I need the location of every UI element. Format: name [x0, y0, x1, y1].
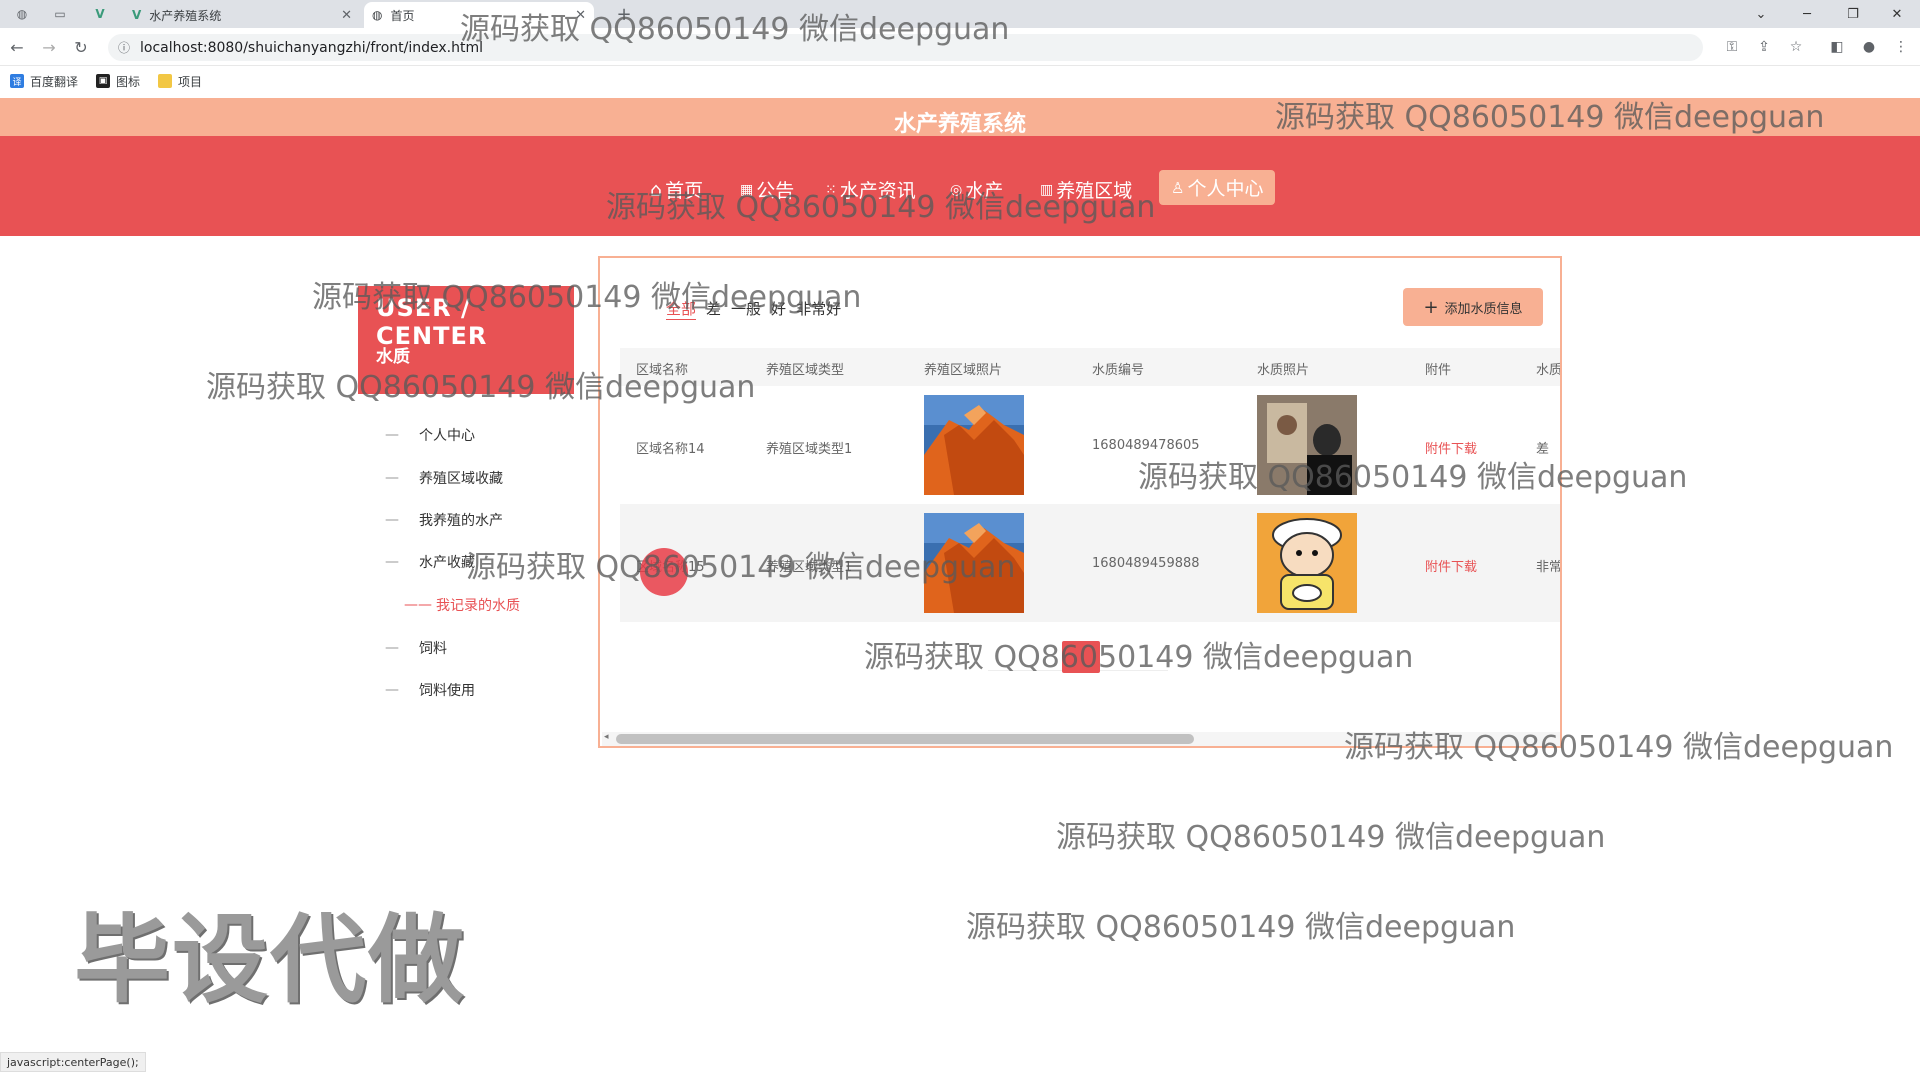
avatar[interactable]: ● [1858, 36, 1880, 58]
watermark-big-text: 毕设代做 [74, 904, 466, 1016]
watermark-text: 源码获取 QQ86050149 微信deepguan [864, 640, 1414, 675]
water-id-cell: 1680489459888 [1092, 556, 1200, 571]
tab-label: 首页 [390, 8, 415, 23]
bookmark-label: 百度翻译 [30, 74, 79, 89]
globe-icon[interactable]: ◍ [10, 4, 34, 24]
tab-label: 水产养殖系统 [149, 8, 222, 23]
column-header: 养殖区域照片 [924, 363, 1003, 378]
column-header: 养殖区域类型 [766, 363, 845, 378]
tab-system[interactable]: V 水产养殖系统 ✕ [124, 2, 360, 28]
water-id-cell: 1680489478605 [1092, 438, 1200, 453]
sidebar-item-feed[interactable]: — 饲料 [385, 638, 447, 658]
translate-icon: 译 [10, 74, 24, 88]
area-type-cell: 养殖区域类型1 [766, 442, 853, 457]
user-icon: ♙ [1171, 178, 1185, 197]
sidebar-item-feed-usage[interactable]: — 饲料使用 [385, 680, 475, 700]
watermark-text: 源码获取 QQ86050149 微信deepguan [966, 910, 1516, 945]
url-text: localhost:8080/shuichanyangzhi/front/ind… [140, 39, 483, 56]
close-icon[interactable]: ✕ [341, 8, 352, 23]
watermark-text: 源码获取 QQ86050149 微信deepguan [1138, 460, 1688, 495]
watermark-text: 源码获取 QQ86050149 微信deepguan [460, 12, 1010, 47]
column-header: 水质照片 [1257, 363, 1310, 378]
menu-icon[interactable]: ⋮ [1890, 36, 1912, 58]
table-header: 区域名称 养殖区域类型 养殖区域照片 水质编号 水质照片 附件 水质 [620, 348, 1560, 386]
bookmark-label: 图标 [116, 74, 141, 89]
bookmark-item[interactable]: ▣ 图标 [96, 73, 140, 90]
key-icon[interactable]: ⚿ [1721, 36, 1743, 58]
minimize-icon[interactable]: ─ [1784, 0, 1830, 28]
reload-icon[interactable]: ↻ [70, 36, 92, 58]
blank-tab-icon[interactable]: ▭ [48, 4, 72, 24]
bookmark-item[interactable]: 译 百度翻译 [10, 73, 78, 90]
column-header: 水质 [1536, 363, 1562, 378]
area-photo[interactable] [924, 395, 1024, 495]
attachment-download-link[interactable]: 附件下载 [1425, 556, 1477, 575]
sidebar-item-aquatic-favorites[interactable]: — 水产收藏 [385, 552, 475, 572]
watermark-text: 源码获取 QQ86050149 微信deepguan [312, 280, 862, 315]
watermark-text: 源码获取 QQ86050149 微信deepguan [1056, 820, 1606, 855]
sidebar-item-profile[interactable]: — 个人中心 [385, 425, 475, 445]
bookmark-item[interactable]: 项目 [158, 73, 202, 90]
scroll-left-icon[interactable]: ◂ [604, 732, 609, 742]
watermark-text: 源码获取 QQ86050149 微信deepguan [606, 190, 1156, 225]
globe-icon: ◍ [372, 8, 383, 22]
forward-icon[interactable]: → [38, 36, 60, 58]
area-name-cell: 区域名称14 [636, 442, 705, 457]
star-icon[interactable]: ☆ [1785, 36, 1807, 58]
image-icon: ▣ [96, 74, 111, 88]
watermark-text: 源码获取 QQ86050149 微信deepguan [1275, 100, 1825, 135]
sidebar-item-my-aquatic[interactable]: — 我养殖的水产 [385, 510, 503, 530]
watermark-text: 源码获取 QQ86050149 微信deepguan [1344, 730, 1894, 765]
column-header: 附件 [1425, 363, 1452, 378]
vue-icon: V [132, 8, 142, 22]
close-icon[interactable]: ✕ [1874, 0, 1920, 28]
sidebar-item-water-quality[interactable]: —— 我记录的水质 [404, 595, 520, 615]
water-photo[interactable] [1257, 513, 1357, 613]
watermark-text: 源码获取 QQ86050149 微信deepguan [206, 370, 756, 405]
scrollbar-thumb[interactable] [616, 734, 1194, 744]
watermark-text: 源码获取 QQ86050149 微信deepguan [466, 550, 1016, 585]
sidebar-item-area-favorites[interactable]: — 养殖区域收藏 [385, 468, 503, 488]
share-icon[interactable]: ⇪ [1753, 36, 1775, 58]
nav-user-center[interactable]: ♙ 个人中心 [1159, 170, 1276, 205]
bookmark-label: 项目 [178, 74, 203, 89]
restore-icon[interactable]: ❐ [1830, 0, 1876, 28]
sidepanel-icon[interactable]: ◧ [1826, 36, 1848, 58]
vue-icon[interactable]: V [88, 4, 112, 24]
back-icon[interactable]: ← [6, 36, 28, 58]
add-water-quality-button[interactable]: + 添加水质信息 [1403, 288, 1543, 326]
chevron-down-icon[interactable]: ⌄ [1738, 0, 1784, 28]
status-bar: javascript:centerPage(); [0, 1052, 146, 1072]
folder-icon [158, 74, 173, 88]
column-header: 水质编号 [1092, 363, 1145, 378]
quality-cell: 非常 [1536, 560, 1562, 575]
info-icon: ⓘ [118, 41, 131, 55]
plus-icon: + [1423, 296, 1439, 318]
